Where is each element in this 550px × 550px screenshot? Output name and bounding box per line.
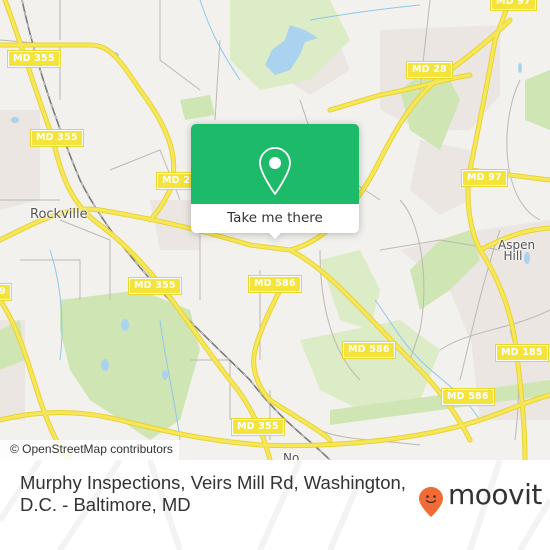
moovit-wordmark: moovit: [448, 478, 542, 511]
road-shield-partial: 9: [0, 283, 12, 301]
popup-pointer: [268, 232, 282, 239]
road-shield-md-586: MD 586: [342, 341, 396, 359]
road-shield-md-97: MD 97: [490, 0, 537, 11]
popup-header: [191, 124, 359, 204]
footer: Murphy Inspections, Veirs Mill Rd, Washi…: [0, 460, 550, 550]
road-shield-md-586: MD 586: [441, 388, 495, 406]
take-me-there-button[interactable]: Take me there: [191, 204, 359, 233]
place-label-north: No: [283, 451, 300, 460]
map-pin-icon: [259, 147, 291, 195]
place-label-rockville: Rockville: [30, 207, 88, 222]
road-shield-md-355: MD 355: [128, 277, 182, 295]
moovit-logo[interactable]: moovit: [418, 478, 548, 517]
location-popup: Take me there: [191, 124, 359, 239]
location-title: Murphy Inspections, Veirs Mill Rd, Washi…: [20, 472, 406, 515]
place-label-aspen-hill: Aspen Hill: [498, 238, 536, 263]
road-shield-md-185: MD 185: [495, 344, 549, 362]
road-shield-md-97: MD 97: [461, 169, 508, 187]
road-shield-md-586: MD 586: [248, 275, 302, 293]
map-attribution[interactable]: © OpenStreetMap contributors: [0, 440, 179, 460]
road-shield-md-28: MD 28: [406, 61, 453, 79]
road-shield-md-355: MD 355: [30, 129, 84, 147]
map-view[interactable]: MD 355 MD 355 MD 355 MD 355 MD 28 MD 28 …: [0, 0, 550, 460]
road-shield-md-355: MD 355: [7, 50, 61, 68]
road-shield-md-355: MD 355: [231, 418, 285, 436]
moovit-pin-icon: [419, 487, 443, 517]
